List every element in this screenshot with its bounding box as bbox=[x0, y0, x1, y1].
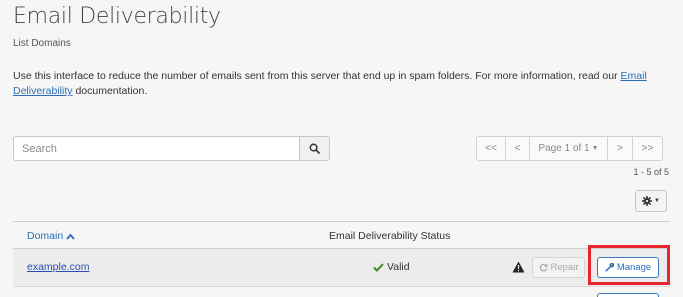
page-description: Use this interface to reduce the number … bbox=[13, 69, 673, 99]
description-text: Use this interface to reduce the number … bbox=[13, 70, 621, 82]
page-title: Email Deliverability bbox=[13, 4, 221, 29]
wrench-icon bbox=[605, 263, 614, 272]
page-select[interactable]: Page 1 of 1 ▼ bbox=[529, 136, 608, 161]
repair-label: Repair bbox=[550, 262, 579, 273]
search-input[interactable] bbox=[13, 136, 299, 161]
search-bar bbox=[13, 136, 330, 161]
first-page-button[interactable]: << bbox=[476, 136, 506, 161]
table-row: example.com Valid Repair Manage bbox=[13, 249, 670, 287]
page-subtitle: List Domains bbox=[13, 38, 71, 49]
warning-icon bbox=[512, 261, 525, 273]
column-header-domain[interactable]: Domain bbox=[27, 230, 75, 242]
manage-button[interactable]: Manage bbox=[597, 257, 659, 278]
search-icon bbox=[309, 143, 320, 154]
next-row-manage-button[interactable] bbox=[597, 293, 659, 297]
check-icon bbox=[373, 262, 384, 272]
email-deliverability-page: Email Deliverability List Domains Use th… bbox=[0, 0, 683, 297]
domain-link[interactable]: example.com bbox=[27, 261, 89, 273]
previous-page-button[interactable]: < bbox=[505, 136, 530, 161]
result-range: 1 - 5 of 5 bbox=[633, 167, 669, 177]
description-text-end: documentation. bbox=[72, 85, 148, 97]
caret-down-icon: ▼ bbox=[591, 145, 599, 152]
deliverability-status: Valid bbox=[373, 261, 410, 273]
column-header-domain-label: Domain bbox=[27, 230, 64, 242]
table-header: Domain Email Deliverability Status bbox=[13, 221, 670, 249]
repair-button[interactable]: Repair bbox=[532, 257, 585, 278]
search-button[interactable] bbox=[299, 136, 330, 161]
column-header-status: Email Deliverability Status bbox=[329, 230, 451, 242]
gear-icon bbox=[642, 196, 653, 206]
page-select-label: Page 1 of 1 bbox=[538, 143, 590, 154]
last-page-button[interactable]: >> bbox=[632, 136, 663, 161]
caret-down-icon: ▼ bbox=[654, 198, 660, 204]
settings-button[interactable]: ▼ bbox=[635, 190, 667, 212]
manage-label: Manage bbox=[616, 262, 652, 273]
refresh-icon bbox=[539, 263, 548, 272]
pagination: << < Page 1 of 1 ▼ > >> bbox=[476, 136, 663, 161]
status-label: Valid bbox=[387, 261, 410, 273]
sort-ascending-icon bbox=[66, 233, 75, 240]
next-page-button[interactable]: > bbox=[607, 136, 633, 161]
